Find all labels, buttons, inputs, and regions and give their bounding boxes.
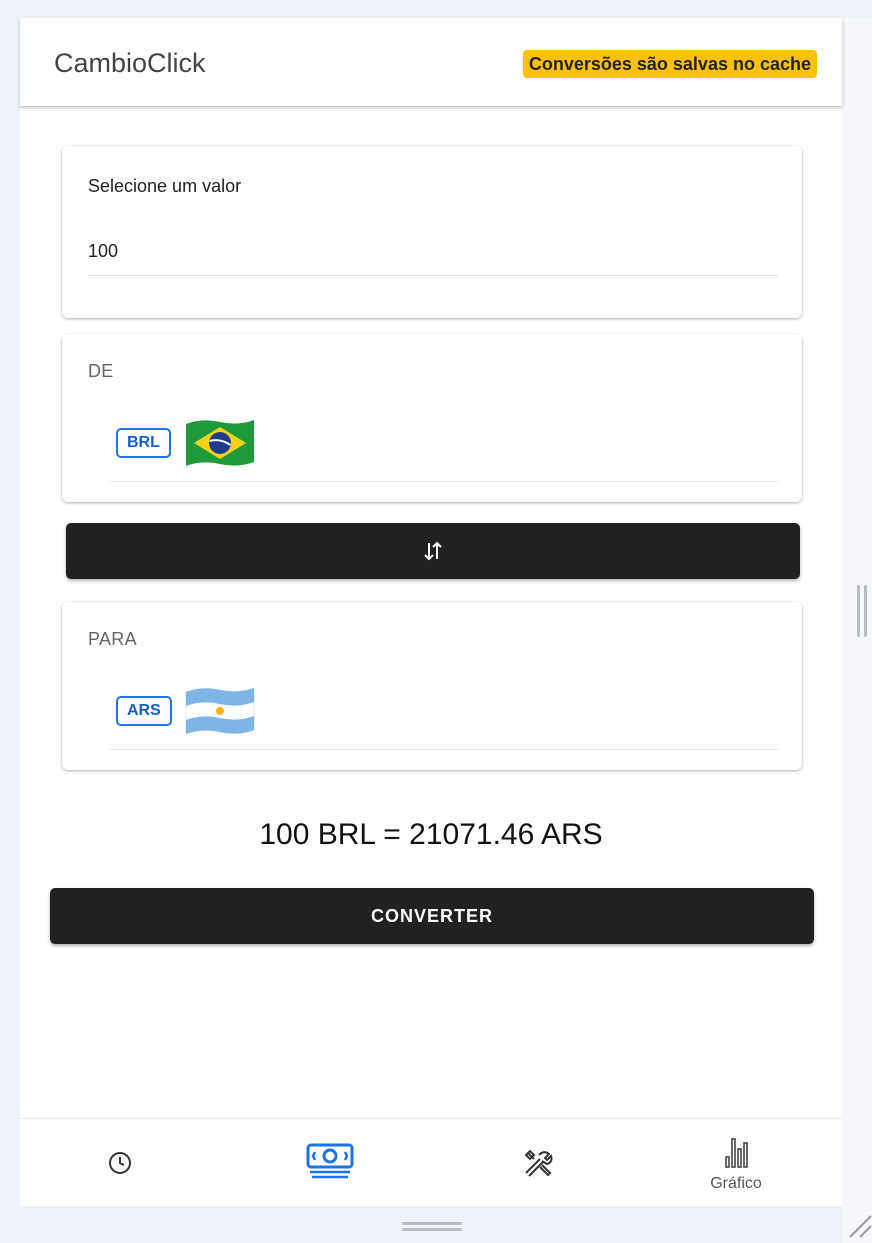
cache-notice-badge: Conversões são salvas no cache (522, 50, 817, 78)
convert-button[interactable]: CONVERTER (50, 888, 814, 944)
from-currency-code: BRL (116, 428, 171, 458)
amount-card: Selecione um valor (62, 146, 802, 318)
window-top-strip (0, 0, 872, 12)
app-header: CambioClick Conversões são salvas no cac… (20, 18, 842, 106)
conversion-result: 100 BRL = 21071.46 ARS (259, 818, 603, 851)
panel-resize-handle[interactable] (857, 585, 871, 637)
clock-icon (109, 1152, 131, 1174)
from-currency-card: DE BRL (62, 334, 802, 502)
argentina-flag-icon (185, 687, 255, 735)
bottom-navigation: Gráfico (20, 1118, 842, 1206)
swap-vertical-icon (424, 541, 442, 561)
to-currency-select[interactable]: ARS (110, 682, 778, 750)
bar-chart-icon (725, 1138, 748, 1168)
nav-item-chart[interactable]: Gráfico (676, 1119, 796, 1207)
swap-currencies-button[interactable] (66, 523, 800, 579)
money-icon (306, 1143, 354, 1179)
app-title: CambioClick (54, 48, 206, 78)
bottom-drag-handle[interactable] (402, 1222, 462, 1232)
nav-item-history[interactable] (64, 1119, 184, 1207)
from-currency-select[interactable]: BRL (110, 414, 778, 482)
to-label: PARA (88, 629, 137, 649)
nav-item-convert[interactable] (270, 1119, 390, 1207)
amount-input[interactable] (88, 236, 778, 276)
to-currency-code: ARS (116, 696, 172, 726)
resize-corner-icon[interactable] (846, 1212, 872, 1238)
to-currency-card: PARA ARS (62, 602, 802, 770)
nav-item-tools[interactable] (478, 1119, 598, 1207)
nav-chart-label: Gráfico (710, 1175, 762, 1192)
from-label: DE (88, 361, 114, 381)
app-window: CambioClick Conversões são salvas no cac… (20, 18, 842, 1206)
amount-label: Selecione um valor (88, 176, 242, 196)
brazil-flag-icon (186, 420, 254, 466)
tools-icon (524, 1149, 553, 1177)
